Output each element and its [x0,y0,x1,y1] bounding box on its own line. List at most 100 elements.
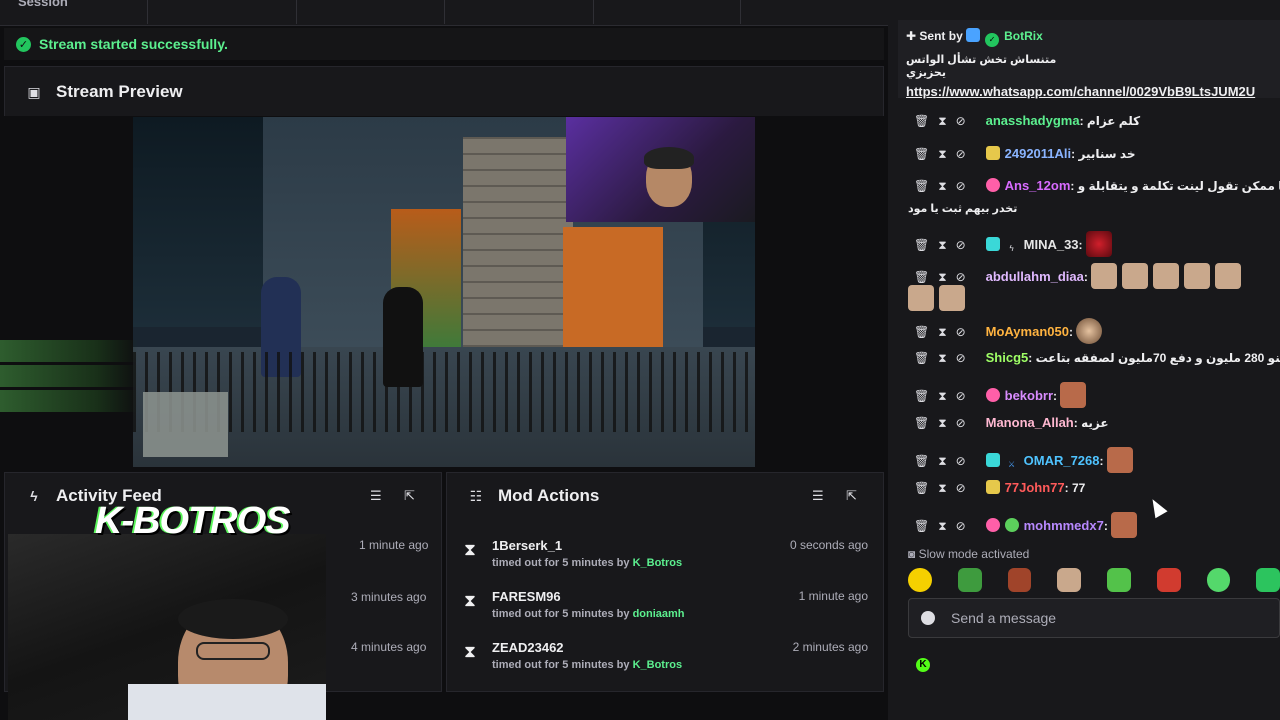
chat-message: 🗑⧗⊘ 77John77: 77 [914,480,1086,496]
streamer-shirt [128,684,326,720]
hourglass-icon: ⧗ [464,591,476,610]
chat-username[interactable]: 77John77 [1005,480,1065,495]
chat-username[interactable]: Manona_Allah [986,415,1074,430]
chat-text: ات شوف بقا ممكن تقول لينت تكلمة و يتقابل… [1077,179,1280,193]
mod-action-item[interactable]: ⧗ 1Berserk_1 timed out for 5 minutes by … [460,538,872,580]
mod-action-description: timed out for 5 minutes by doniaamh [492,608,685,620]
mod-tools[interactable]: 🗑⧗⊘ [914,147,982,162]
emote [1106,447,1133,473]
chat-text: مهو خد منو 280 مليون و دفع 70مليون لصفقه… [1035,351,1280,365]
hourglass-icon: ⧗ [464,540,476,559]
mod-tools[interactable]: 🗑⧗⊘ [914,481,982,496]
scene-window [563,227,663,347]
mod-tools[interactable]: 🗑⧗⊘ [914,351,982,366]
mod-tools[interactable]: 🗑⧗⊘ [914,179,982,194]
streamer-hair [178,599,288,639]
streamer-webcam-overlay [8,534,326,720]
mod-tools[interactable]: 🗑⧗⊘ [914,270,982,285]
chat-input[interactable]: Send a message [908,598,1280,638]
overlay-tag [0,365,138,387]
session-table-header: Session [0,0,890,26]
mod-tools[interactable]: 🗑⧗⊘ [914,238,982,253]
chat-message: 🗑⧗⊘ 2492011Ali: خد سنابير [914,146,1136,162]
kick-logo-icon[interactable]: K [916,658,930,672]
chat-username[interactable]: Shicg5 [986,350,1029,365]
mod-tools[interactable]: 🗑⧗⊘ [914,389,982,404]
emote-button[interactable] [1007,568,1032,592]
mod-tools[interactable]: 🗑⧗⊘ [914,325,982,340]
toast-message: Stream started successfully. [39,36,228,52]
chat-message: 🗑⧗⊘ Ans_12om: ات شوف بقا ممكن تقول لينت … [914,178,1280,194]
chat-username[interactable]: Ans_12om [1005,178,1071,193]
emote [1111,512,1138,538]
column-divider [147,0,148,24]
mod-tools[interactable]: 🗑⧗⊘ [914,454,982,469]
chat-message: 🗑⧗⊘ MoAyman050: [914,318,1280,344]
chat-username[interactable]: mohmmedx7 [1024,518,1104,533]
emote [939,285,965,311]
chat-text: تخدر بيهم ثبت يا مود [908,203,1018,215]
mod-action-user[interactable]: ZEAD23462 [492,640,564,655]
emote-button[interactable] [1057,568,1081,592]
overlay-tag [0,390,138,412]
activity-time: 4 minutes ago [351,640,427,654]
lightning-icon: ϟ [1009,244,1014,253]
mod-action-user[interactable]: FARESM96 [492,589,561,604]
chat-username[interactable]: 2492011Ali [1005,146,1072,161]
mod-action-item[interactable]: ⧗ FARESM96 timed out for 5 minutes by do… [460,589,872,631]
emote-picker-bar [908,568,1280,592]
streamer-glasses [196,642,270,660]
chat-username[interactable]: MINA_33 [1024,237,1079,252]
emote-button[interactable] [957,568,982,592]
emote-button[interactable] [908,568,932,592]
chat-username[interactable]: bekobrr [1005,388,1053,403]
subscriber-badge-icon [985,178,1000,192]
emote [1085,231,1112,257]
chat-message: 🗑⧗⊘ Shicg5: مهو خد منو 280 مليون و دفع 7… [914,350,1280,366]
filter-icon[interactable]: ☰ [370,488,382,504]
mod-tools[interactable]: 🗑⧗⊘ [914,519,982,534]
chat-message: 🗑⧗⊘ ϟ MINA_33: [914,231,1280,257]
chat-username[interactable]: anasshadygma [986,113,1080,128]
chat-username[interactable]: OMAR_7268 [1024,453,1100,468]
chat-username[interactable]: abdullahm_diaa [986,269,1084,284]
emote-button[interactable] [1107,568,1131,592]
chat-message: 🗑⧗⊘ Manona_Allah: عزيه [914,415,1109,431]
pinned-header: ✚ Sent by ✓ BotRix [906,28,1272,47]
column-divider [740,0,741,24]
game-minimap [143,392,228,457]
bot-name[interactable]: BotRix [1004,29,1043,43]
emote [1060,382,1087,408]
emote-button[interactable] [1206,568,1231,592]
scene-stone-wall [463,137,573,377]
mod-action-description: timed out for 5 minutes by K_Botros [492,659,683,671]
emote-button[interactable] [1156,568,1181,592]
mod-tools[interactable]: 🗑⧗⊘ [914,416,982,431]
chat-username[interactable]: MoAyman050 [986,324,1069,339]
subscriber-badge-icon [985,518,1000,532]
stream-preview-video[interactable] [133,117,755,467]
popout-icon[interactable]: ⇱ [846,488,857,504]
subscriber-badge-icon [985,480,1000,494]
emote [908,285,934,311]
popout-icon[interactable]: ⇱ [404,488,415,504]
pinned-text: متنساش تخش تشأل الواتس يحزيزي [906,54,1057,79]
mod-action-user[interactable]: 1Berserk_1 [492,538,562,553]
activity-time: 3 minutes ago [351,590,427,604]
streamer-webcam-inset [566,117,755,222]
hourglass-icon: ⧗ [464,642,476,661]
pinned-link[interactable]: https://www.whatsapp.com/channel/0029VbB… [906,84,1272,99]
chat-text: خد سنابير [1078,147,1136,161]
filter-icon[interactable]: ☰ [812,488,824,504]
chat-message: 🗑⧗⊘ anasshadygma: كلم عزام [914,113,1141,129]
subscriber-badge-icon [985,453,1000,467]
emoji-badge-icon [1004,518,1019,532]
mod-actions-title: Mod Actions [498,486,600,505]
mod-action-description: timed out for 5 minutes by K_Botros [492,557,683,569]
emote-button[interactable] [1256,568,1280,592]
check-circle-icon: ✓ [16,36,31,52]
mod-tools[interactable]: 🗑⧗⊘ [914,114,982,129]
activity-time: 1 minute ago [359,538,429,552]
mod-action-item[interactable]: ⧗ ZEAD23462 timed out for 5 minutes by K… [460,640,872,682]
subscriber-badge-icon [985,146,1000,160]
